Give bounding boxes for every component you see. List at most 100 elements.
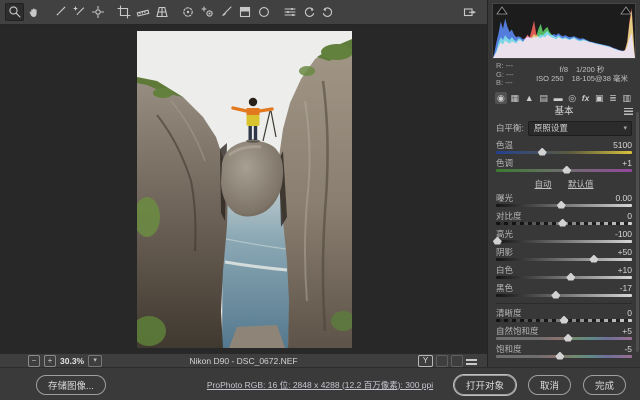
tab-split-toning-icon[interactable]: ▬ bbox=[552, 92, 565, 104]
tab-basic-icon[interactable]: ◉ bbox=[495, 92, 507, 104]
zoom-tool-icon[interactable] bbox=[5, 3, 24, 21]
tab-effects-icon[interactable]: fx bbox=[580, 92, 592, 104]
slider-track-contrast[interactable] bbox=[496, 222, 632, 225]
slider-track-vibrance[interactable] bbox=[496, 337, 632, 340]
camera-raw-dialog: − + 30.3% ▾ Nikon D90 - DSC_0672.NEF Y bbox=[0, 0, 640, 400]
toolbar-tools bbox=[5, 3, 337, 21]
histogram-svg bbox=[493, 4, 635, 58]
preview-cycle-button[interactable]: Y bbox=[418, 355, 433, 367]
slider-row-saturation: 饱和度 -5 bbox=[496, 344, 632, 358]
slider-track-exposure[interactable] bbox=[496, 204, 632, 207]
white-balance-select[interactable]: 原照设置 ▾ bbox=[528, 121, 632, 136]
panel-title: 基本 bbox=[488, 105, 640, 118]
workflow-options-link[interactable]: ProPhoto RGB: 16 位: 2848 x 4288 (12.2 百万… bbox=[207, 379, 433, 391]
slider-track-blacks[interactable] bbox=[496, 294, 632, 297]
swap-before-after-button[interactable] bbox=[436, 355, 448, 367]
tab-detail-icon[interactable]: ▲ bbox=[523, 92, 536, 104]
tab-hsl-grayscale-icon[interactable]: ▤ bbox=[537, 92, 550, 104]
shutter-label: 1/200 秒 bbox=[576, 65, 604, 74]
slider-value-highlights[interactable]: -100 bbox=[615, 229, 632, 239]
red-eye-tool-icon[interactable] bbox=[197, 3, 216, 21]
slider-label-saturation: 饱和度 bbox=[496, 344, 522, 354]
auto-link[interactable]: 自动 bbox=[535, 179, 552, 189]
spot-removal-tool-icon[interactable] bbox=[178, 3, 197, 21]
toggle-fullscreen-icon[interactable] bbox=[460, 3, 479, 21]
save-image-button[interactable]: 存储图像... bbox=[36, 375, 106, 395]
slider-row-shadows: 阴影+50 bbox=[496, 247, 632, 261]
copy-settings-button[interactable] bbox=[451, 355, 463, 367]
straighten-tool-icon[interactable] bbox=[133, 3, 152, 21]
slider-label-temperature: 色温 bbox=[496, 140, 513, 150]
panel-menu-icon[interactable] bbox=[624, 108, 633, 115]
slider-row-exposure: 曝光0.00 bbox=[496, 193, 632, 207]
open-object-button[interactable]: 打开对象 bbox=[454, 375, 516, 395]
slider-track-highlights[interactable] bbox=[496, 240, 632, 243]
panel-scrollbar[interactable] bbox=[636, 112, 639, 352]
rotate-right-tool-icon[interactable] bbox=[318, 3, 337, 21]
preview-settings-icon[interactable] bbox=[466, 357, 477, 365]
rotate-left-tool-icon[interactable] bbox=[299, 3, 318, 21]
cancel-button[interactable]: 取消 bbox=[528, 375, 571, 395]
adjustments-panel: R: --- G: --- B: --- f/81/200 秒 ISO 2501… bbox=[487, 0, 640, 367]
highlight-clipping-icon[interactable] bbox=[619, 5, 633, 15]
image-canvas[interactable] bbox=[0, 25, 487, 353]
slider-value-exposure[interactable]: 0.00 bbox=[615, 193, 632, 203]
slider-value-vibrance[interactable]: +5 bbox=[622, 326, 632, 336]
slider-label-highlights: 高光 bbox=[496, 229, 513, 239]
tab-camera-calibration-icon[interactable]: ▣ bbox=[593, 92, 606, 104]
shadow-clipping-icon[interactable] bbox=[495, 5, 509, 15]
presence-sliders: 清晰度0 自然饱和度 +5 饱和度 -5 bbox=[488, 308, 640, 358]
preferences-tool-icon[interactable] bbox=[280, 3, 299, 21]
lens-label: 18-105@38 毫米 bbox=[572, 74, 628, 83]
slider-track-whites[interactable] bbox=[496, 276, 632, 279]
slider-label-blacks: 黑色 bbox=[496, 283, 513, 293]
iso-label: ISO 250 bbox=[536, 74, 564, 83]
tab-presets-icon[interactable]: ≣ bbox=[607, 92, 619, 104]
hand-tool-icon[interactable] bbox=[24, 3, 43, 21]
slider-value-temperature[interactable]: 5100 bbox=[613, 140, 632, 150]
histogram[interactable] bbox=[492, 3, 636, 59]
white-balance-tool-icon[interactable] bbox=[50, 3, 69, 21]
slider-value-blacks[interactable]: -17 bbox=[620, 283, 632, 293]
slider-label-tint: 色调 bbox=[496, 158, 513, 168]
targeted-adjustment-tool-icon[interactable] bbox=[88, 3, 107, 21]
transform-tool-icon[interactable] bbox=[152, 3, 171, 21]
tab-snapshots-icon[interactable]: ▥ bbox=[620, 92, 633, 104]
graduated-filter-tool-icon[interactable] bbox=[235, 3, 254, 21]
slider-value-shadows[interactable]: +50 bbox=[618, 247, 632, 257]
slider-value-whites[interactable]: +10 bbox=[618, 265, 632, 275]
default-link[interactable]: 默认值 bbox=[568, 179, 594, 189]
slider-row-temperature: 色温 5100 bbox=[496, 140, 632, 154]
slider-row-clarity: 清晰度0 bbox=[496, 308, 632, 322]
tab-lens-corrections-icon[interactable]: ◎ bbox=[566, 92, 578, 104]
slider-value-saturation[interactable]: -5 bbox=[624, 344, 632, 354]
slider-track-saturation[interactable] bbox=[496, 355, 632, 358]
b-value: --- bbox=[505, 78, 513, 87]
slider-value-contrast[interactable]: 0 bbox=[627, 211, 632, 221]
slider-track-temperature[interactable] bbox=[496, 151, 632, 154]
slider-value-tint[interactable]: +1 bbox=[622, 158, 632, 168]
slider-track-clarity[interactable] bbox=[496, 319, 632, 322]
status-bar: − + 30.3% ▾ Nikon D90 - DSC_0672.NEF Y bbox=[0, 353, 487, 368]
slider-label-contrast: 对比度 bbox=[496, 211, 522, 221]
slider-label-vibrance: 自然饱和度 bbox=[496, 326, 539, 336]
divider bbox=[496, 303, 632, 304]
slider-row-vibrance: 自然饱和度 +5 bbox=[496, 326, 632, 340]
slider-value-clarity[interactable]: 0 bbox=[627, 308, 632, 318]
white-balance-sliders: 色温 5100 色调 +1 bbox=[488, 140, 640, 172]
slider-track-tint[interactable] bbox=[496, 169, 632, 172]
radial-filter-tool-icon[interactable] bbox=[254, 3, 273, 21]
filename-label: Nikon D90 - DSC_0672.NEF bbox=[0, 356, 487, 366]
slider-label-whites: 白色 bbox=[496, 265, 513, 275]
slider-row-highlights: 高光 -100 bbox=[496, 229, 632, 243]
white-balance-label: 白平衡: bbox=[496, 122, 524, 134]
slider-track-shadows[interactable] bbox=[496, 258, 632, 261]
adjustment-brush-tool-icon[interactable] bbox=[216, 3, 235, 21]
color-sampler-tool-icon[interactable] bbox=[69, 3, 88, 21]
done-button[interactable]: 完成 bbox=[583, 375, 626, 395]
crop-tool-icon[interactable] bbox=[114, 3, 133, 21]
slider-row-contrast: 对比度 0 bbox=[496, 211, 632, 225]
photo-kjeragbolten[interactable] bbox=[137, 31, 352, 348]
tab-tone-curve-icon[interactable]: ▦ bbox=[509, 92, 522, 104]
auto-default-links: 自动 默认值 bbox=[488, 178, 640, 189]
